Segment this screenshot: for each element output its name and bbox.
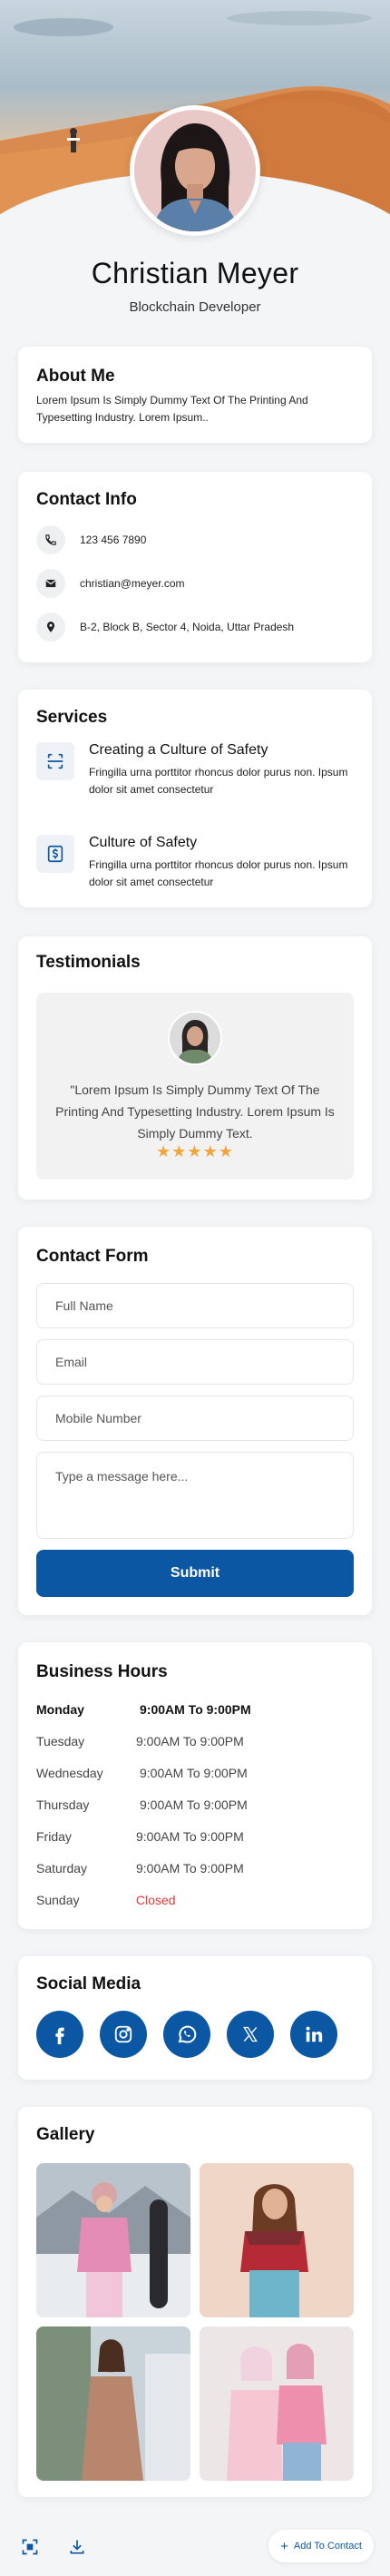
hours-time: 9:00AM To 9:00PM — [136, 1734, 244, 1748]
hours-day: Saturday — [36, 1861, 88, 1876]
add-to-contact-label: Add To Contact — [293, 2541, 362, 2552]
about-text: Lorem Ipsum Is Simply Dummy Text Of The … — [36, 394, 308, 424]
contact-address-row[interactable]: B-2, Block B, Sector 4, Noida, Uttar Pra… — [36, 612, 294, 642]
dollar-icon — [36, 835, 74, 873]
mobile-number-input[interactable] — [36, 1396, 354, 1441]
phone-icon — [36, 525, 65, 554]
hours-time: 9:00AM To 9:00PM — [140, 1702, 251, 1717]
profile-photo — [134, 110, 256, 231]
contact-email-row[interactable]: christian@meyer.com — [36, 569, 185, 598]
profile-role: Blockchain Developer — [129, 299, 261, 315]
gallery-card: Gallery — [18, 2107, 372, 2497]
email-input[interactable] — [36, 1339, 354, 1385]
plus-icon: + — [280, 2538, 288, 2554]
message-textarea[interactable] — [36, 1452, 354, 1539]
whatsapp-icon[interactable] — [163, 2011, 210, 2058]
hours-day: Monday — [36, 1702, 84, 1717]
hours-row: Monday 9:00AM To 9:00PM — [36, 1702, 354, 1722]
rating-stars: ★★★★★ — [156, 1142, 234, 1161]
hours-closed-status: Closed — [136, 1893, 176, 1907]
testimonial-item: "Lorem Ipsum Is Simply Dummy Text Of The… — [36, 993, 354, 1180]
hours-day: Sunday — [36, 1893, 80, 1907]
hours-row: Thursday 9:00AM To 9:00PM — [36, 1797, 354, 1817]
service-title: Creating a Culture of Safety — [89, 742, 268, 758]
hours-time: 9:00AM To 9:00PM — [136, 1861, 244, 1876]
linkedin-icon[interactable] — [290, 2011, 337, 2058]
profile-avatar — [130, 105, 260, 236]
service-description: Fringilla urna porttitor rhoncus dolor p… — [89, 858, 348, 888]
contact-phone-row[interactable]: 123 456 7890 — [36, 525, 146, 554]
contact-form-title: Contact Form — [36, 1247, 149, 1266]
testimonial-avatar — [168, 1011, 222, 1065]
profile-page: Christian Meyer Blockchain Developer Abo… — [0, 0, 390, 2576]
contact-info-card: Contact Info 123 456 7890 christian@meye… — [18, 472, 372, 662]
instagram-icon[interactable] — [100, 2011, 147, 2058]
x-icon[interactable] — [227, 2011, 274, 2058]
qr-code-icon[interactable] — [20, 2537, 40, 2557]
hours-time: 9:00AM To 9:00PM — [136, 1829, 244, 1844]
hours-row: Tuesday 9:00AM To 9:00PM — [36, 1734, 354, 1754]
hours-row: Saturday 9:00AM To 9:00PM — [36, 1861, 354, 1881]
bottom-action-bar: + Add To Contact — [0, 2517, 390, 2576]
hours-day: Thursday — [36, 1797, 90, 1812]
contact-form-card: Contact Form Submit — [18, 1227, 372, 1615]
mail-icon — [36, 569, 65, 598]
service-description: Fringilla urna porttitor rhoncus dolor p… — [89, 766, 348, 796]
business-hours-card: Business Hours Monday 9:00AM To 9:00PM T… — [18, 1642, 372, 1929]
submit-button[interactable]: Submit — [36, 1550, 354, 1597]
social-media-card: Social Media — [18, 1956, 372, 2080]
about-title: About Me — [36, 367, 115, 386]
service-item[interactable]: Creating a Culture of Safety Fringilla u… — [36, 742, 358, 806]
testimonials-title: Testimonials — [36, 953, 141, 972]
hours-day: Tuesday — [36, 1734, 85, 1748]
hours-day: Friday — [36, 1829, 72, 1844]
contact-address-text: B-2, Block B, Sector 4, Noida, Uttar Pra… — [80, 621, 295, 633]
services-title: Services — [36, 708, 108, 727]
testimonials-card: Testimonials "Lorem Ipsum Is Simply Dumm… — [18, 936, 372, 1200]
service-item[interactable]: Culture of Safety Fringilla urna porttit… — [36, 835, 358, 898]
social-media-title: Social Media — [36, 1974, 141, 1993]
scan-icon — [36, 742, 74, 780]
gallery-image[interactable] — [36, 2163, 190, 2317]
hours-time: 9:00AM To 9:00PM — [140, 1797, 248, 1812]
facebook-icon[interactable] — [36, 2011, 83, 2058]
about-card: About Me Lorem Ipsum Is Simply Dummy Tex… — [18, 347, 372, 443]
business-hours-title: Business Hours — [36, 1662, 168, 1681]
hours-row: Friday 9:00AM To 9:00PM — [36, 1829, 354, 1849]
full-name-input[interactable] — [36, 1283, 354, 1328]
service-title: Culture of Safety — [89, 835, 198, 850]
gallery-image[interactable] — [36, 2326, 190, 2481]
gallery-title: Gallery — [36, 2125, 95, 2144]
hours-time: 9:00AM To 9:00PM — [140, 1766, 248, 1780]
hours-row: Sunday Closed — [36, 1893, 354, 1913]
gallery-image[interactable] — [200, 2326, 354, 2481]
contact-email-text: christian@meyer.com — [80, 577, 185, 590]
download-icon[interactable] — [67, 2537, 87, 2557]
location-pin-icon — [36, 612, 65, 642]
gallery-image[interactable] — [200, 2163, 354, 2317]
hours-day: Wednesday — [36, 1766, 103, 1780]
contact-phone-text: 123 456 7890 — [80, 534, 147, 546]
add-to-contact-button[interactable]: + Add To Contact — [268, 2530, 374, 2562]
services-card: Services Creating a Culture of Safety Fr… — [18, 690, 372, 907]
contact-info-title: Contact Info — [36, 490, 137, 509]
testimonial-quote: "Lorem Ipsum Is Simply Dummy Text Of The… — [55, 1082, 335, 1141]
profile-name: Christian Meyer — [91, 257, 299, 289]
hours-row: Wednesday 9:00AM To 9:00PM — [36, 1766, 354, 1786]
